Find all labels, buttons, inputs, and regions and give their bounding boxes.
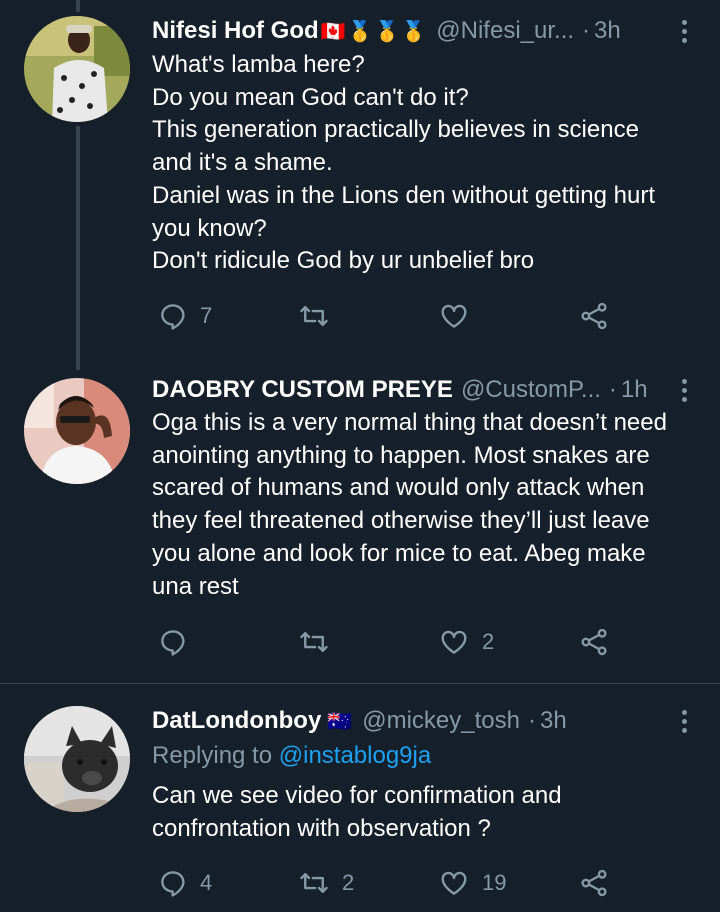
tweet-1[interactable]: Nifesi Hof God 🇨🇦🥇🥇🥇 @Nifesi_ur... · 3h …: [0, 0, 720, 370]
text-line: anointing anything to happen. Most snake…: [152, 441, 650, 469]
tweet-1-text: What's lamba here? Do you mean God can't…: [152, 49, 702, 278]
more-icon[interactable]: [678, 14, 690, 48]
replying-to: Replying to @instablog9ja: [152, 742, 431, 770]
reply-button[interactable]: [158, 622, 188, 662]
text-line: This generation practically believes in …: [152, 116, 639, 144]
display-name[interactable]: DatLondonboy: [152, 707, 321, 735]
like-count: 2: [482, 629, 495, 654]
reply-count: 7: [200, 303, 213, 328]
avatar-daobry[interactable]: [24, 378, 130, 484]
heart-icon: [441, 304, 467, 328]
text-line: you alone and look for mice to eat. Abeg…: [152, 539, 646, 567]
retweet-icon: [300, 873, 328, 893]
thread-line-tweet-1: [76, 126, 80, 370]
user-handle[interactable]: @Nifesi_ur...: [436, 17, 574, 45]
reply-count: 4: [200, 870, 213, 895]
separator-dot: ·: [608, 376, 617, 403]
tweet-time[interactable]: 3h: [540, 707, 567, 735]
text-line: Daniel was in the Lions den without gett…: [152, 181, 655, 209]
text-line: you know?: [152, 214, 267, 242]
share-button[interactable]: [578, 296, 610, 336]
reply-icon: [161, 630, 185, 656]
text-line: una rest: [152, 572, 239, 600]
separator-dot: ·: [582, 17, 591, 44]
tweet-3-text: Can we see video for confirmation and co…: [152, 780, 702, 845]
tweet-3-actions: 4 2 19: [152, 863, 632, 903]
share-button[interactable]: [578, 863, 610, 903]
tweet-2-header: DAOBRY CUSTOM PREYE @CustomP... · 1h: [152, 373, 660, 407]
reply-icon: [161, 871, 185, 897]
text-line: confrontation with observation ?: [152, 814, 491, 842]
tweet-3-header: DatLondonboy 🇦🇺 @mickey_tosh · 3h: [152, 704, 660, 738]
reply-button[interactable]: 4: [158, 863, 212, 903]
text-line: Do you mean God can't do it?: [152, 83, 469, 111]
retweet-button[interactable]: [298, 622, 330, 662]
tweet-time[interactable]: 3h: [594, 17, 621, 45]
reply-button[interactable]: 7: [158, 296, 212, 336]
text-line: scared of humans and would only attack w…: [152, 474, 645, 502]
tweet-2[interactable]: DAOBRY CUSTOM PREYE @CustomP... · 1h Oga…: [0, 370, 720, 680]
share-icon: [581, 869, 607, 897]
reply-icon: [161, 304, 185, 330]
user-handle[interactable]: @mickey_tosh: [362, 707, 520, 735]
tweet-time[interactable]: 1h: [621, 376, 648, 404]
text-line: Can we see video for confirmation and: [152, 782, 562, 809]
share-icon: [581, 302, 607, 330]
retweet-icon: [300, 306, 328, 326]
text-line: What's lamba here?: [152, 51, 365, 78]
tweet-2-actions: 2: [152, 622, 632, 662]
text-line: and it's a shame.: [152, 149, 333, 177]
like-button[interactable]: 2: [438, 622, 494, 662]
mention-link[interactable]: @instablog9ja: [279, 742, 431, 769]
separator-dot: ·: [527, 707, 536, 734]
name-badges: 🇨🇦🥇🥇🥇: [320, 20, 429, 43]
more-icon[interactable]: [678, 373, 690, 407]
retweet-icon: [300, 632, 328, 652]
like-count: 19: [482, 870, 507, 895]
name-badges: 🇦🇺: [327, 710, 355, 733]
tweet-1-header: Nifesi Hof God 🇨🇦🥇🥇🥇 @Nifesi_ur... · 3h: [152, 14, 660, 48]
heart-icon: [441, 630, 467, 654]
retweet-button[interactable]: [298, 296, 330, 336]
tweet-1-actions: 7: [152, 296, 632, 336]
heart-icon: [441, 871, 467, 895]
display-name[interactable]: DAOBRY CUSTOM PREYE: [152, 376, 453, 404]
like-button[interactable]: 19: [438, 863, 506, 903]
share-icon: [581, 628, 607, 656]
display-name[interactable]: Nifesi Hof God: [152, 17, 319, 45]
avatar-nifesi[interactable]: [24, 16, 130, 122]
more-icon[interactable]: [678, 704, 690, 738]
avatar-datlondonboy[interactable]: [24, 706, 130, 812]
share-button[interactable]: [578, 622, 610, 662]
text-line: Don't ridicule God by ur unbelief bro: [152, 247, 535, 275]
like-button[interactable]: [438, 296, 470, 336]
replying-prefix: Replying to: [152, 742, 273, 769]
retweet-count: 2: [342, 870, 355, 895]
user-handle[interactable]: @CustomP...: [461, 376, 601, 404]
retweet-button[interactable]: 2: [298, 863, 354, 903]
tweet-3[interactable]: DatLondonboy 🇦🇺 @mickey_tosh · 3h Replyi…: [0, 684, 720, 912]
tweet-2-text: Oga this is a very normal thing that doe…: [152, 407, 702, 603]
text-line: Oga this is a very normal thing that doe…: [152, 409, 667, 436]
text-line: they feel threatened otherwise they’ll j…: [152, 507, 650, 535]
thread-line-top: [76, 0, 80, 12]
